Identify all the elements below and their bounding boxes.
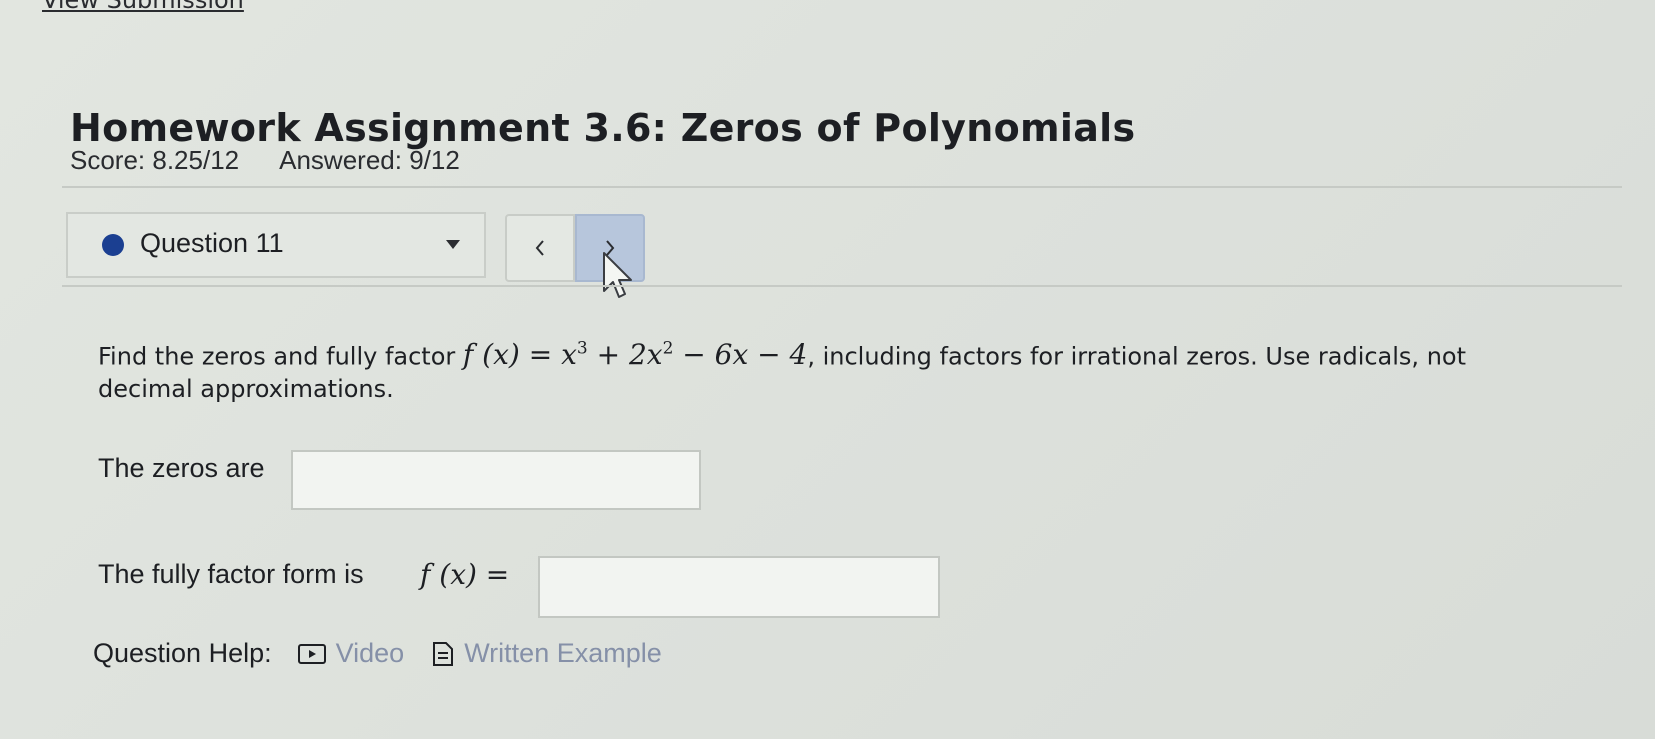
header-divider [62, 186, 1622, 188]
factor-function-label: f (x) = [420, 558, 510, 591]
video-help-link[interactable]: Video [297, 638, 404, 669]
question-divider [62, 285, 1622, 287]
function-expression: f (x) = x3 + 2x2 − 6x − 4 [462, 338, 808, 372]
caret-down-icon [446, 240, 460, 249]
question-select-label: Question 11 [140, 228, 284, 258]
previous-question-button[interactable] [505, 214, 575, 282]
mouse-pointer-icon [603, 252, 632, 298]
score-text: Score: 8.25/12 [70, 145, 240, 175]
prompt-text-before: Find the zeros and fully factor [98, 342, 463, 371]
page-title: Homework Assignment 3.6: Zeros of Polyno… [70, 106, 1136, 150]
video-play-icon [297, 643, 326, 664]
factor-label: The fully factor form is [98, 559, 364, 589]
view-submission-link[interactable]: View Submission [42, 0, 244, 14]
question-prompt: Find the zeros and fully factor f (x) = … [98, 333, 1498, 406]
zeros-answer-input[interactable] [291, 450, 701, 510]
question-help-label: Question Help: [93, 638, 272, 668]
written-example-help-link[interactable]: Written Example [432, 638, 662, 669]
factored-form-input[interactable] [538, 556, 940, 618]
document-icon [433, 641, 454, 666]
score-row: Score: 8.25/12 Answered: 9/12 [70, 145, 460, 176]
question-help-row: Question Help: Video Written Example [93, 638, 690, 669]
answered-text: Answered: 9/12 [279, 145, 460, 175]
question-select-dropdown[interactable]: Question 11 [66, 212, 486, 278]
chevron-left-icon [535, 240, 544, 256]
question-status-dot-icon [102, 234, 124, 256]
zeros-label: The zeros are [98, 453, 265, 483]
